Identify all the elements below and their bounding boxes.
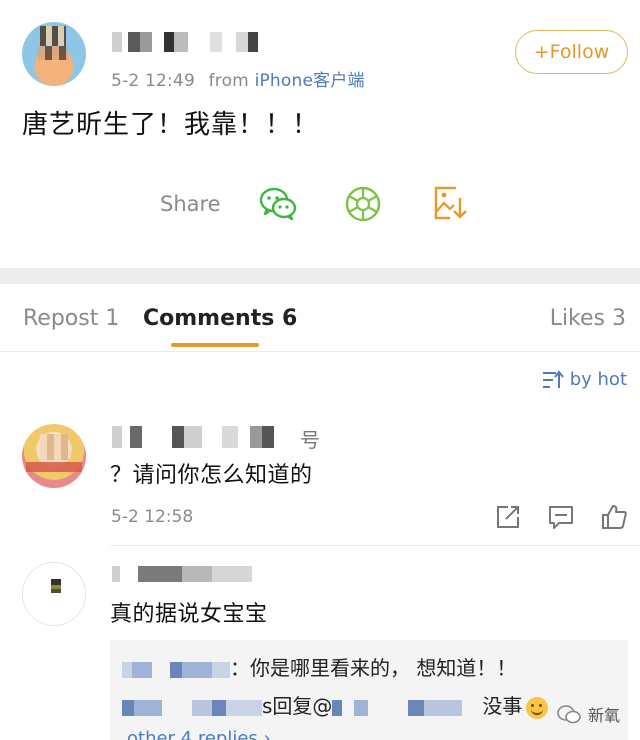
reply-item[interactable]: ：你是哪里看来的， 想知道！！: [122, 652, 516, 681]
comment-text: 真的据说女宝宝: [110, 602, 268, 627]
commenter-avatar[interactable]: [22, 562, 86, 626]
commenter-name-pixelated[interactable]: [112, 426, 302, 448]
like-icon[interactable]: [600, 503, 628, 531]
commenter-name-pixelated[interactable]: [112, 566, 252, 582]
share-label: Share: [160, 192, 221, 216]
wechat-watermark-icon: [557, 705, 581, 724]
tabs-divider: [0, 351, 640, 352]
reply-item[interactable]: s回复@ 没事: [122, 690, 549, 719]
replier-name-pixelated[interactable]: [122, 699, 262, 716]
post-text: 唐艺昕生了！我靠！！！: [22, 110, 320, 140]
reply-text: ：你是哪里看来的， 想知道！！: [230, 656, 517, 680]
replier-name-pixelated[interactable]: [122, 661, 230, 678]
avatar-mosaic: [40, 26, 66, 46]
wechat-icon[interactable]: [258, 184, 298, 224]
sort-label: by hot: [569, 369, 627, 390]
follow-label: +Follow: [533, 41, 610, 63]
watermark-text: 新氧: [588, 706, 621, 725]
tab-repost[interactable]: Repost 1: [23, 306, 119, 331]
mentioned-name-pixelated[interactable]: [332, 699, 483, 716]
smile-emoji-icon: [526, 696, 549, 719]
tab-comments[interactable]: Comments 6: [143, 306, 297, 331]
watermark: 新氧: [556, 702, 620, 726]
follow-button[interactable]: +Follow: [515, 30, 628, 74]
post-from-label: from: [208, 71, 249, 91]
save-image-icon[interactable]: [430, 184, 470, 224]
avatar-mosaic: [26, 462, 82, 472]
moments-icon[interactable]: [343, 184, 383, 224]
post-header: 5-2 12:49 from iPhone客户端 +Follow: [0, 0, 640, 100]
reply-text: 没事: [482, 694, 523, 718]
commenter-name-tail: 号: [300, 428, 320, 452]
reply-mention: s回复@: [262, 694, 333, 718]
active-tab-indicator: [171, 343, 259, 347]
comment-divider: [110, 545, 640, 546]
tab-likes[interactable]: Likes 3: [550, 306, 626, 331]
post-time: 5-2 12:49: [111, 71, 195, 91]
sort-by-hot-button[interactable]: by hot: [542, 369, 627, 390]
commenter-avatar[interactable]: [22, 424, 86, 488]
avatar-mosaic: [40, 434, 68, 460]
avatar-mosaic: [51, 579, 61, 593]
more-replies-link[interactable]: other 4 replies ›: [127, 728, 271, 740]
author-avatar[interactable]: [22, 22, 86, 86]
author-name-pixelated[interactable]: [112, 32, 282, 52]
sort-icon: [542, 369, 564, 388]
post-meta: 5-2 12:49 from iPhone客户端: [111, 66, 365, 91]
comment-icon[interactable]: [547, 503, 575, 531]
comment-text: ？请问你怎么知道的: [110, 463, 313, 488]
post-source[interactable]: iPhone客户端: [255, 71, 365, 91]
section-separator: [0, 268, 640, 284]
avatar-mosaic: [38, 46, 68, 60]
comment-time: 5-2 12:58: [111, 507, 194, 527]
repost-icon[interactable]: [494, 503, 522, 531]
